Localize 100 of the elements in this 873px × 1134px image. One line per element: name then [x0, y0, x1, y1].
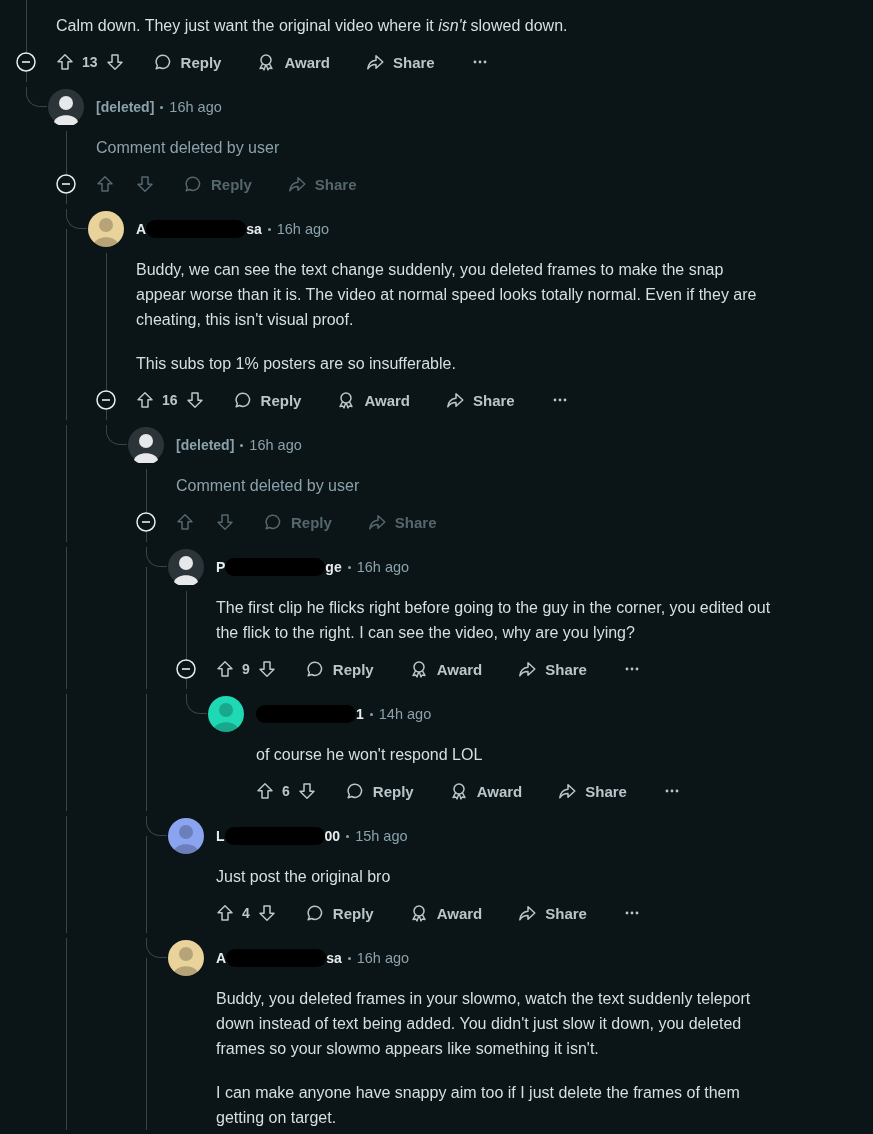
share-button[interactable]: Share [558, 782, 627, 800]
username[interactable]: [deleted] [96, 99, 155, 115]
collapse-button[interactable] [16, 52, 36, 72]
share-button[interactable]: Share [518, 660, 587, 678]
username-fragment[interactable]: sa [246, 221, 262, 237]
thread-connector [106, 425, 127, 445]
share-arrow-icon [287, 175, 306, 193]
vote-count: 13 [82, 54, 98, 70]
thread-connector [66, 209, 87, 229]
more-options-button[interactable] [624, 667, 639, 671]
thread-connector [186, 694, 207, 714]
downvote-button[interactable] [257, 904, 276, 922]
avatar[interactable] [48, 89, 84, 125]
comment-text: Buddy, you deleted frames in your slowmo, watch the text suddenly teleport down instead of text being added. You didn't just slow it down, you deleted frames so your slowmo appears like something it isn't. [216, 989, 752, 1059]
share-arrow-icon [446, 391, 464, 409]
vote-count: 4 [242, 905, 250, 921]
collapse-button[interactable] [96, 390, 116, 410]
downvote-button[interactable] [185, 391, 204, 409]
avatar[interactable] [128, 427, 164, 463]
separator-dot [347, 565, 351, 569]
speech-bubble-icon [264, 513, 282, 531]
vote-count: 9 [242, 661, 250, 677]
reply-button[interactable]: Reply [345, 782, 414, 800]
more-options-button[interactable] [664, 789, 679, 793]
username-fragment[interactable]: L [216, 828, 225, 844]
speech-bubble-icon [305, 904, 324, 922]
comment-text: Comment deleted by user [176, 476, 361, 496]
upvote-button[interactable] [56, 53, 74, 71]
share-button[interactable]: Share [366, 53, 435, 71]
speech-bubble-icon [305, 660, 324, 678]
username-fragment[interactable]: A [216, 950, 227, 966]
username-fragment[interactable]: A [136, 221, 147, 237]
share-button[interactable]: Share [518, 904, 587, 922]
speech-bubble-icon [345, 782, 364, 800]
separator-dot [267, 227, 271, 231]
comment-text: of course he won't respond LOL [256, 745, 484, 765]
speech-bubble-icon [233, 391, 252, 409]
award-button[interactable]: Award [449, 782, 523, 800]
reply-button[interactable]: Reply [305, 904, 374, 922]
avatar[interactable] [168, 818, 204, 854]
timestamp: 15h ago [355, 828, 408, 844]
upvote-button[interactable] [216, 904, 234, 922]
comment-text: The first clip he flicks right before going to the guy in the corner, you edited out the flick to the right. I can see the video, why are you lying? [216, 598, 772, 643]
downvote-button[interactable] [257, 660, 276, 678]
avatar[interactable] [88, 211, 124, 247]
separator-dot [347, 956, 351, 960]
username-fragment[interactable]: ge [325, 559, 342, 575]
share-arrow-icon [518, 660, 537, 678]
award-button[interactable]: Award [257, 53, 330, 71]
comment-text: Comment deleted by user [96, 138, 281, 158]
comment-text: Calm down. They just want the original video where it isn't slowed down. [56, 16, 569, 36]
downvote-button[interactable] [105, 53, 124, 71]
award-ribbon-icon [409, 660, 428, 678]
timestamp: 16h ago [249, 437, 302, 453]
avatar[interactable] [168, 940, 204, 976]
share-arrow-icon [367, 513, 386, 531]
collapse-button[interactable] [56, 174, 76, 194]
username-fragment[interactable]: P [216, 559, 226, 575]
username-fragment[interactable]: 00 [324, 828, 341, 844]
comment-text: This subs top 1% posters are so insufferable. [136, 354, 457, 374]
more-options-button[interactable] [624, 911, 639, 915]
more-options-button[interactable] [552, 398, 567, 402]
award-button[interactable]: Award [337, 391, 410, 409]
timestamp: 16h ago [356, 559, 410, 575]
reply-button[interactable]: Reply [153, 53, 222, 71]
comment-text: Just post the original bro [216, 867, 392, 887]
share-button[interactable]: Share [446, 391, 515, 409]
reply-button[interactable]: Reply [305, 660, 374, 678]
username-fragment[interactable]: 1 [356, 706, 364, 722]
username[interactable]: [deleted] [176, 437, 235, 453]
vote-count: 16 [162, 392, 178, 408]
more-options-button[interactable] [472, 60, 487, 64]
timestamp: 16h ago [169, 99, 222, 115]
share-arrow-icon [558, 782, 577, 800]
upvote-button[interactable] [216, 660, 234, 678]
award-ribbon-icon [449, 782, 468, 800]
award-button[interactable]: Award [409, 904, 483, 922]
award-button[interactable]: Award [409, 660, 483, 678]
upvote-button[interactable] [256, 782, 274, 800]
speech-bubble-icon [153, 53, 172, 71]
avatar[interactable] [168, 549, 204, 585]
timestamp: 14h ago [378, 706, 432, 722]
vote-count: 6 [282, 783, 290, 799]
avatar[interactable] [208, 696, 244, 732]
upvote-button[interactable] [136, 391, 154, 409]
collapse-button[interactable] [176, 659, 196, 679]
share-arrow-icon [518, 904, 537, 922]
downvote-button[interactable] [297, 782, 316, 800]
username-fragment[interactable]: sa [326, 950, 342, 966]
award-ribbon-icon [409, 904, 428, 922]
collapse-button[interactable] [136, 512, 156, 532]
separator-dot [160, 105, 164, 109]
award-ribbon-icon [337, 391, 356, 409]
comment-text: I can make anyone have snappy aim too if I just delete the frames of them getting on target. [216, 1083, 741, 1128]
separator-dot [369, 712, 373, 716]
separator-dot [240, 443, 244, 447]
comment-text: Buddy, we can see the text change suddenly, you deleted frames to make the snap appear worse than it is. The video at normal speed looks totally normal. Even if they are cheating, this isn't visual proof. [136, 260, 758, 330]
reply-button[interactable]: Reply [233, 391, 302, 409]
speech-bubble-icon [184, 175, 202, 193]
thread-connector [146, 938, 167, 958]
